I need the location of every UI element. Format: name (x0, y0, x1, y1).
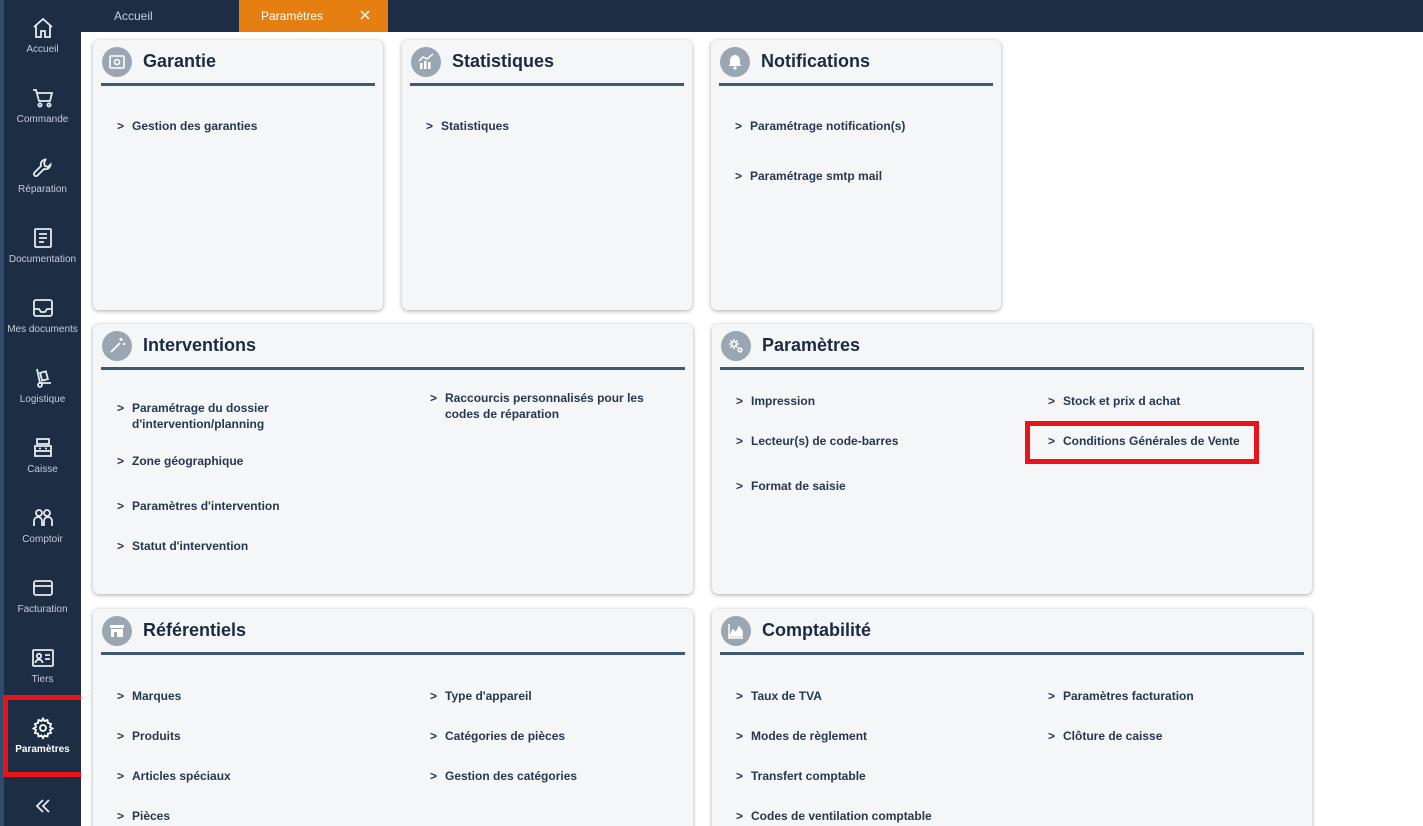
sidebar-item-commande[interactable]: Commande (4, 70, 81, 140)
card-statistiques: Statistiques > Statistiques (402, 40, 692, 310)
tab-label: Accueil (114, 9, 153, 23)
card-title: Référentiels (143, 620, 247, 640)
card-referentiels: Référentiels > Marques > Produits > Article… (93, 609, 693, 826)
card-title: Notifications (761, 51, 871, 71)
link-taux-tva[interactable]: > Taux de TVA (736, 688, 822, 704)
link-raccourcis-codes-reparation[interactable]: > Raccourcis personnalisés pour les codes… (430, 390, 660, 422)
safe-icon (102, 46, 132, 77)
link-parametrage-dossier[interactable]: > Paramétrage du dossier d'intervention/p… (117, 400, 347, 432)
hand-truck-icon (31, 366, 55, 390)
card-header: Garantie (101, 40, 375, 86)
card-header: Paramètres (720, 324, 1304, 370)
cart-icon (31, 86, 55, 110)
card-garantie: Garantie > Gestion des garanties (93, 40, 383, 310)
main-content: Garantie > Gestion des garanties Statisti… (81, 32, 1423, 826)
tab-bar: Accueil Paramètres (81, 0, 1423, 32)
collapse-sidebar-button[interactable] (4, 790, 81, 826)
link-pieces[interactable]: > Pièces (117, 808, 170, 824)
link-conditions-generales-vente[interactable]: > Conditions Générales de Vente (1048, 433, 1240, 449)
chart-icon (411, 46, 441, 77)
home-icon (31, 16, 55, 40)
sidebar-item-reparation[interactable]: Réparation (4, 140, 81, 210)
sidebar-item-parametres[interactable]: Paramètres (4, 700, 81, 770)
bell-icon (720, 46, 750, 77)
area-chart-icon (721, 615, 751, 646)
sidebar-item-caisse[interactable]: Caisse (4, 420, 81, 490)
link-gestion-categories[interactable]: > Gestion des catégories (430, 768, 577, 784)
gear-icon (31, 716, 55, 740)
sidebar-item-accueil[interactable]: Accueil (4, 0, 81, 70)
sidebar-item-comptoir[interactable]: Comptoir (4, 490, 81, 560)
sidebar-item-documentation[interactable]: Documentation (4, 210, 81, 280)
sidebar-item-logistique[interactable]: Logistique (4, 350, 81, 420)
card-title: Interventions (143, 335, 257, 355)
link-articles-speciaux[interactable]: > Articles spéciaux (117, 768, 231, 784)
card-header: Statistiques (410, 40, 684, 86)
card-title: Paramètres (762, 335, 861, 355)
double-chevron-left-icon (34, 798, 52, 819)
card-title: Statistiques (452, 51, 555, 71)
card-parametres: Paramètres > Impression > Lecteur(s) de co… (712, 324, 1312, 594)
link-statistiques[interactable]: > Statistiques (426, 118, 509, 134)
close-icon[interactable] (358, 8, 372, 22)
sidebar-item-label: Caisse (27, 463, 58, 475)
card-header: Référentiels (101, 609, 685, 655)
sidebar-item-label: Commande (16, 113, 69, 125)
link-parametrage-notifications[interactable]: > Paramétrage notification(s) (735, 118, 905, 134)
link-zone-geographique[interactable]: > Zone géographique (117, 453, 243, 469)
link-marques[interactable]: > Marques (117, 688, 181, 704)
link-statut-intervention[interactable]: > Statut d'intervention (117, 538, 248, 554)
link-cloture-caisse[interactable]: > Clôture de caisse (1048, 728, 1162, 744)
tab-accueil[interactable]: Accueil (114, 0, 153, 32)
link-modes-reglement[interactable]: > Modes de règlement (736, 728, 867, 744)
sidebar-item-label: Facturation (17, 603, 68, 615)
link-transfert-comptable[interactable]: > Transfert comptable (736, 768, 866, 784)
link-lecteurs-code-barres[interactable]: > Lecteur(s) de code-barres (736, 433, 898, 449)
link-format-saisie[interactable]: > Format de saisie (736, 478, 846, 494)
sidebar: Accueil Commande Réparation Documentatio… (0, 0, 81, 826)
sidebar-item-label: Paramètres (15, 743, 70, 755)
card-title: Comptabilité (762, 620, 872, 640)
cash-register-icon (31, 436, 55, 460)
link-produits[interactable]: > Produits (117, 728, 181, 744)
sidebar-item-label: Documentation (8, 253, 77, 265)
inbox-icon (31, 296, 55, 320)
tab-parametres[interactable]: Paramètres (239, 0, 388, 32)
link-stock-prix-achat[interactable]: > Stock et prix d achat (1048, 393, 1180, 409)
link-parametrage-smtp[interactable]: > Paramétrage smtp mail (735, 168, 882, 184)
magic-wand-icon (102, 330, 132, 361)
sidebar-item-tiers[interactable]: Tiers (4, 630, 81, 700)
document-icon (31, 226, 55, 250)
sidebar-item-label: Logistique (19, 393, 66, 405)
card-header: Interventions (101, 324, 685, 370)
sidebar-item-label: Réparation (18, 183, 67, 195)
store-icon (102, 615, 132, 646)
card-icon (31, 576, 55, 600)
link-codes-ventilation[interactable]: > Codes de ventilation comptable (736, 808, 932, 824)
sidebar-item-label: Tiers (31, 673, 54, 685)
wrench-icon (31, 156, 55, 180)
sidebar-item-label: Accueil (26, 43, 59, 55)
gears-icon (721, 330, 751, 361)
sidebar-item-label: Mes documents (7, 323, 78, 335)
id-card-icon (31, 646, 55, 670)
people-icon (31, 506, 55, 530)
card-comptabilite: Comptabilité > Taux de TVA > Modes de règl… (712, 609, 1312, 826)
tab-label: Paramètres (261, 9, 324, 23)
link-parametres-intervention[interactable]: > Paramètres d'intervention (117, 498, 280, 514)
link-categories-pieces[interactable]: > Catégories de pièces (430, 728, 565, 744)
link-impression[interactable]: > Impression (736, 393, 815, 409)
card-notifications: Notifications > Paramétrage notification(… (711, 40, 1001, 310)
link-parametres-facturation[interactable]: > Paramètres facturation (1048, 688, 1194, 704)
link-gestion-garanties[interactable]: > Gestion des garanties (117, 118, 257, 134)
sidebar-item-mes-documents[interactable]: Mes documents (4, 280, 81, 350)
card-title: Garantie (143, 51, 217, 71)
sidebar-item-facturation[interactable]: Facturation (4, 560, 81, 630)
sidebar-item-label: Comptoir (22, 533, 63, 545)
card-interventions: Interventions > Paramétrage du dossier d'… (93, 324, 693, 594)
card-header: Comptabilité (720, 609, 1304, 655)
card-header: Notifications (719, 40, 993, 86)
link-type-appareil[interactable]: > Type d'appareil (430, 688, 532, 704)
